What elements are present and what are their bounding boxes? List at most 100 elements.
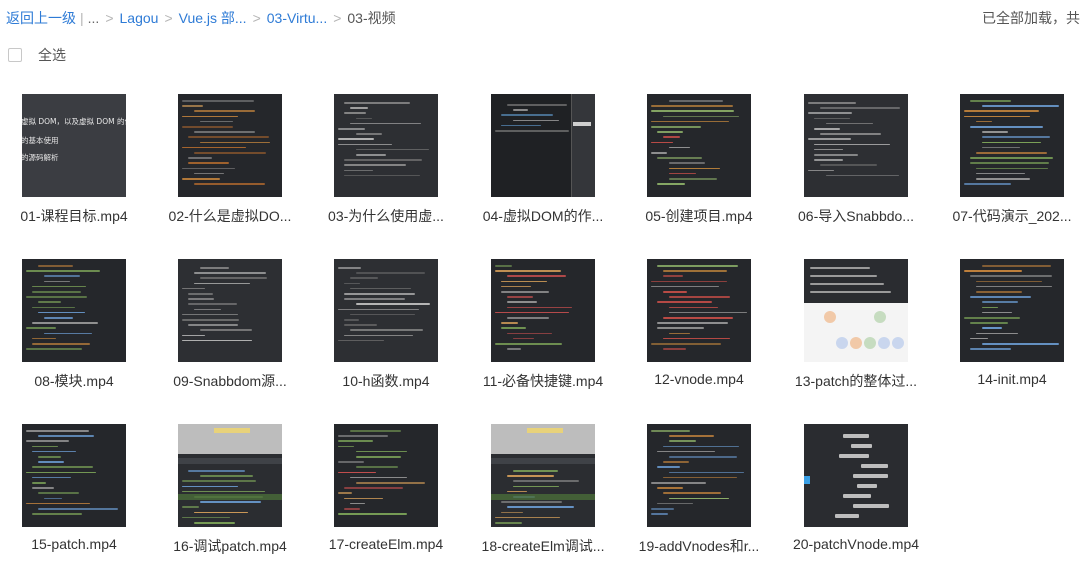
file-tile[interactable]: 07-代码演示_202...	[938, 94, 1080, 234]
file-tile[interactable]: 16-调试patch.mp4	[156, 424, 304, 564]
file-name[interactable]: 19-addVnodes和r...	[619, 536, 779, 556]
code-line	[38, 265, 73, 267]
code-line	[182, 126, 233, 128]
file-tile[interactable]: 05-创建项目.mp4	[625, 94, 773, 234]
file-name[interactable]: 07-代码演示_202...	[932, 206, 1080, 226]
code-line	[651, 430, 690, 432]
video-thumbnail[interactable]	[334, 94, 438, 197]
video-thumbnail[interactable]	[491, 259, 595, 362]
code-line	[663, 445, 739, 448]
file-tile[interactable]: 13-patch的整体过...	[782, 259, 930, 399]
file-tile[interactable]: 14-init.mp4	[938, 259, 1080, 399]
file-name[interactable]: 11-必备快捷键.mp4	[463, 371, 623, 391]
video-thumbnail[interactable]	[491, 94, 595, 197]
video-thumbnail[interactable]	[22, 424, 126, 527]
file-name[interactable]: 17-createElm.mp4	[306, 536, 466, 552]
file-name[interactable]: 16-调试patch.mp4	[150, 536, 310, 556]
file-name[interactable]: 05-创建项目.mp4	[619, 206, 779, 226]
slide-text: 的源码解析	[22, 153, 59, 162]
file-tile[interactable]: 09-Snabbdom源...	[156, 259, 304, 399]
file-tile[interactable]: 12-vnode.mp4	[625, 259, 773, 399]
video-thumbnail[interactable]	[647, 94, 751, 197]
breadcrumb-item-lagou[interactable]: Lagou	[120, 10, 159, 26]
file-tile[interactable]: 04-虚拟DOM的作...	[469, 94, 617, 234]
breadcrumb-item-virtual[interactable]: 03-Virtu...	[267, 10, 327, 26]
file-tile[interactable]: 08-模块.mp4	[0, 259, 148, 399]
code-line	[501, 114, 553, 116]
file-tile[interactable]: 19-addVnodes和r...	[625, 424, 773, 564]
code-line	[194, 282, 250, 285]
code-line	[182, 115, 238, 118]
code-line	[669, 435, 714, 437]
chevron-right-icon: >	[333, 10, 342, 26]
video-thumbnail[interactable]: 虚拟 DOM，以及虚拟 DOM 的作用的基本使用的源码解析	[22, 94, 126, 197]
video-thumbnail[interactable]	[178, 94, 282, 197]
video-thumbnail[interactable]	[647, 424, 751, 527]
select-all-row[interactable]: 全选	[8, 45, 66, 65]
file-name[interactable]: 06-导入Snabbdo...	[776, 206, 936, 226]
video-thumbnail[interactable]	[804, 94, 908, 197]
code-line	[182, 516, 230, 519]
mindmap-node	[835, 514, 859, 518]
breadcrumb-item-vuejs[interactable]: Vue.js 部...	[179, 8, 247, 28]
slide-text: 虚拟 DOM，以及虚拟 DOM 的作用	[22, 117, 126, 126]
file-tile[interactable]: 20-patchVnode.mp4	[782, 424, 930, 564]
file-tile[interactable]: 17-createElm.mp4	[312, 424, 460, 564]
code-line	[344, 102, 410, 104]
file-tile[interactable]: 15-patch.mp4	[0, 424, 148, 564]
highlight-line	[491, 494, 595, 500]
code-line	[356, 450, 407, 453]
file-tile[interactable]: 02-什么是虚拟DO...	[156, 94, 304, 234]
video-thumbnail[interactable]	[804, 424, 908, 527]
file-name[interactable]: 14-init.mp4	[932, 371, 1080, 387]
file-name[interactable]: 09-Snabbdom源...	[150, 371, 310, 391]
code-line	[495, 343, 562, 345]
video-thumbnail[interactable]	[334, 424, 438, 527]
file-name[interactable]: 13-patch的整体过...	[776, 371, 936, 391]
file-name[interactable]: 01-课程目标.mp4	[0, 206, 154, 226]
highlight-line	[178, 494, 282, 500]
file-name[interactable]: 08-模块.mp4	[0, 371, 154, 391]
video-thumbnail[interactable]	[647, 259, 751, 362]
video-thumbnail[interactable]	[804, 259, 908, 362]
file-name[interactable]: 20-patchVnode.mp4	[776, 536, 936, 552]
code-line	[200, 120, 233, 123]
video-thumbnail[interactable]	[960, 94, 1064, 197]
file-tile[interactable]: 18-createElm调试...	[469, 424, 617, 564]
file-tile[interactable]: 11-必备快捷键.mp4	[469, 259, 617, 399]
code-line	[669, 146, 690, 149]
code-line	[194, 511, 248, 514]
code-line	[32, 306, 75, 309]
code-line	[657, 487, 683, 489]
file-tile[interactable]: 06-导入Snabbdo...	[782, 94, 930, 234]
code-line	[657, 450, 715, 453]
file-tile[interactable]: 虚拟 DOM，以及虚拟 DOM 的作用的基本使用的源码解析01-课程目标.mp4	[0, 94, 148, 234]
file-name[interactable]: 12-vnode.mp4	[619, 371, 779, 387]
breadcrumb-ellipsis[interactable]: ...	[88, 10, 100, 26]
code-line	[32, 445, 58, 448]
code-line	[964, 270, 1022, 272]
file-tile[interactable]: 10-h函数.mp4	[312, 259, 460, 399]
select-all-checkbox[interactable]	[8, 48, 22, 62]
diagram-node	[878, 337, 890, 349]
code-line	[344, 487, 403, 489]
code-line	[657, 265, 738, 267]
video-thumbnail[interactable]	[22, 259, 126, 362]
file-name[interactable]: 10-h函数.mp4	[306, 371, 466, 391]
code-line	[669, 456, 737, 458]
file-name[interactable]: 03-为什么使用虚...	[306, 206, 466, 226]
file-tile[interactable]: 03-为什么使用虚...	[312, 94, 460, 234]
code-line	[669, 497, 729, 500]
video-thumbnail[interactable]	[334, 259, 438, 362]
video-thumbnail[interactable]	[960, 259, 1064, 362]
video-thumbnail[interactable]	[178, 259, 282, 362]
video-thumbnail[interactable]	[491, 424, 595, 527]
file-name[interactable]: 02-什么是虚拟DO...	[150, 206, 310, 226]
video-thumbnail[interactable]	[178, 424, 282, 527]
code-line	[182, 339, 252, 342]
code-line	[495, 270, 561, 272]
back-link[interactable]: 返回上一级	[6, 8, 76, 28]
file-name[interactable]: 15-patch.mp4	[0, 536, 154, 552]
file-name[interactable]: 18-createElm调试...	[463, 536, 623, 556]
file-name[interactable]: 04-虚拟DOM的作...	[463, 206, 623, 226]
